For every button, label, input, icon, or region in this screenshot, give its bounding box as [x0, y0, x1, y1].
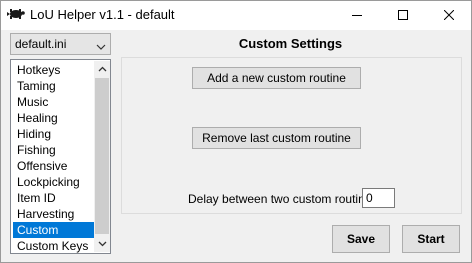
- chevron-down-icon: [96, 40, 106, 54]
- start-button[interactable]: Start: [402, 225, 460, 253]
- category-list-scrollbar[interactable]: [94, 61, 110, 252]
- scroll-up-icon[interactable]: [94, 61, 110, 77]
- scroll-down-icon[interactable]: [94, 236, 110, 252]
- add-custom-routine-button[interactable]: Add a new custom routine: [192, 67, 361, 89]
- category-list[interactable]: Hotkeys Taming Music Healing Hiding Fish…: [10, 59, 111, 254]
- close-button[interactable]: [426, 0, 472, 30]
- list-item-music[interactable]: Music: [13, 94, 94, 110]
- remove-custom-routine-button[interactable]: Remove last custom routine: [192, 127, 361, 149]
- title-bar[interactable]: LoU Helper v1.1 - default: [0, 0, 472, 30]
- maximize-button[interactable]: [380, 0, 426, 30]
- scrollbar-thumb[interactable]: [95, 78, 109, 234]
- close-icon: [444, 10, 454, 20]
- save-button[interactable]: Save: [332, 225, 390, 253]
- delay-label: Delay between two custom routines: [188, 192, 378, 206]
- list-item-lockpicking[interactable]: Lockpicking: [13, 174, 94, 190]
- list-item-healing[interactable]: Healing: [13, 110, 94, 126]
- delay-input[interactable]: [362, 188, 395, 208]
- category-list-items: Hotkeys Taming Music Healing Hiding Fish…: [13, 62, 94, 254]
- list-item-item-id[interactable]: Item ID: [13, 190, 94, 206]
- list-item-hiding[interactable]: Hiding: [13, 126, 94, 142]
- profile-dropdown-value: default.ini: [15, 37, 67, 51]
- profile-dropdown[interactable]: default.ini: [10, 33, 111, 55]
- maximize-icon: [398, 10, 408, 20]
- turtle-icon: [7, 7, 25, 21]
- list-item-offensive[interactable]: Offensive: [13, 158, 94, 174]
- list-item-harvesting[interactable]: Harvesting: [13, 206, 94, 222]
- list-item-fishing[interactable]: Fishing: [13, 142, 94, 158]
- section-title: Custom Settings: [238, 36, 343, 51]
- minimize-icon: [352, 15, 362, 16]
- window-title: LoU Helper v1.1 - default: [30, 7, 175, 22]
- list-item-custom-keys[interactable]: Custom Keys: [13, 238, 94, 254]
- list-item-custom[interactable]: Custom: [13, 222, 94, 238]
- list-item-hotkeys[interactable]: Hotkeys: [13, 62, 94, 78]
- minimize-button[interactable]: [334, 0, 380, 30]
- list-item-taming[interactable]: Taming: [13, 78, 94, 94]
